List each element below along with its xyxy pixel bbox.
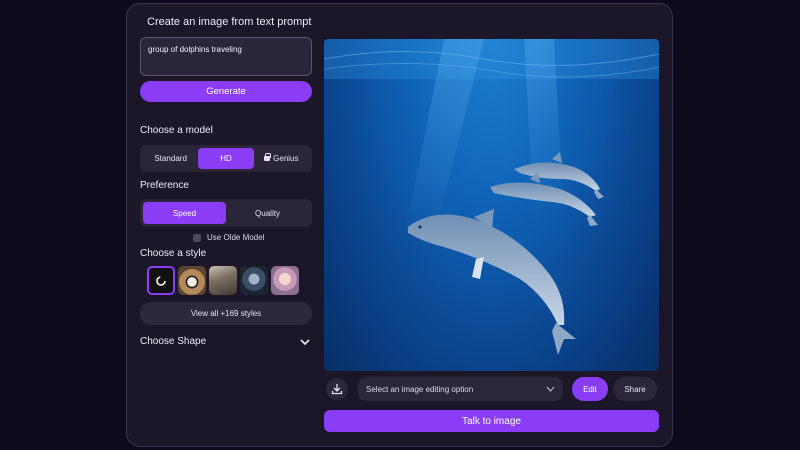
talk-to-image-button[interactable]: Talk to image bbox=[324, 410, 659, 432]
style-thumb-warrior[interactable] bbox=[209, 266, 237, 295]
shape-label: Choose Shape bbox=[140, 336, 207, 347]
prompt-input[interactable]: group of dolphins traveling bbox=[140, 37, 312, 76]
model-option-hd[interactable]: HD bbox=[198, 148, 254, 169]
style-thumb-panda[interactable] bbox=[178, 266, 206, 295]
style-label: Choose a style bbox=[140, 248, 207, 259]
preference-selector: Speed Quality bbox=[140, 199, 312, 227]
chevron-down-icon bbox=[546, 386, 555, 392]
generated-image bbox=[324, 39, 659, 371]
choose-shape-accordion[interactable]: Choose Shape bbox=[140, 336, 310, 347]
style-thumb-robot[interactable] bbox=[240, 266, 268, 295]
dolphin-front bbox=[408, 214, 565, 325]
preference-option-speed[interactable]: Speed bbox=[143, 202, 226, 224]
share-button[interactable]: Share bbox=[613, 377, 657, 401]
model-option-genius[interactable]: Genius bbox=[254, 148, 309, 169]
old-model-toggle[interactable]: Use Olde Model bbox=[193, 233, 264, 242]
image-edit-select[interactable]: Select an image editing option bbox=[358, 377, 563, 401]
model-selector: Standard HD Genius bbox=[140, 145, 312, 172]
dolphins-illustration bbox=[324, 39, 659, 355]
lock-icon bbox=[264, 152, 272, 162]
no-style-icon bbox=[156, 275, 166, 286]
download-icon bbox=[331, 384, 343, 395]
download-button[interactable] bbox=[326, 378, 348, 400]
style-thumb-none[interactable] bbox=[147, 266, 175, 295]
style-thumbnails bbox=[147, 266, 299, 295]
generate-button[interactable]: Generate bbox=[140, 81, 312, 102]
model-option-standard[interactable]: Standard bbox=[143, 148, 198, 169]
image-edit-select-placeholder: Select an image editing option bbox=[366, 384, 474, 394]
old-model-label: Use Olde Model bbox=[207, 233, 265, 242]
chevron-down-icon bbox=[300, 338, 310, 345]
preference-label: Preference bbox=[140, 180, 189, 191]
edit-button[interactable]: Edit bbox=[572, 377, 608, 401]
generator-panel: Create an image from text prompt group o… bbox=[126, 3, 673, 447]
old-model-checkbox[interactable] bbox=[193, 233, 201, 242]
view-all-styles-button[interactable]: View all +169 styles bbox=[140, 302, 312, 325]
page-title: Create an image from text prompt bbox=[147, 16, 312, 28]
model-label: Choose a model bbox=[140, 125, 213, 136]
preference-option-quality[interactable]: Quality bbox=[226, 202, 309, 224]
style-thumb-girl[interactable] bbox=[271, 266, 299, 295]
